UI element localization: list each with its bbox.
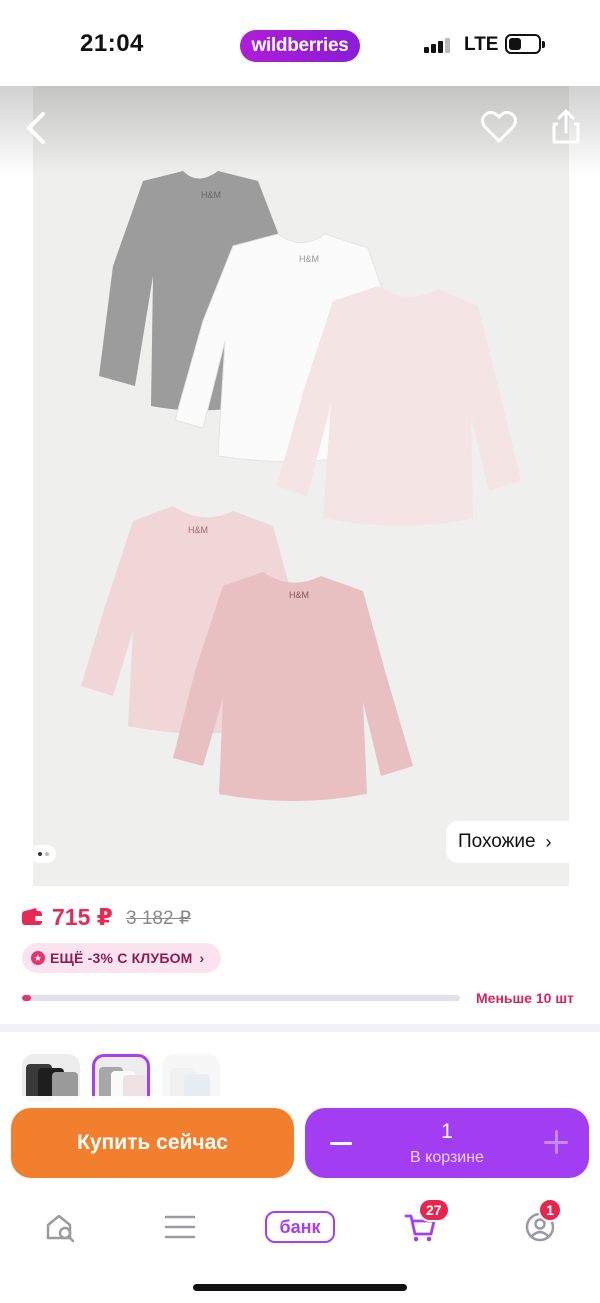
nav-profile[interactable]: 1 <box>510 1198 570 1250</box>
chevron-right-icon: › <box>545 831 552 852</box>
section-divider <box>0 1024 600 1032</box>
svg-text:H&M: H&M <box>289 590 309 600</box>
status-time: 21:04 <box>80 30 144 57</box>
similar-products-button[interactable]: Похожие › <box>446 821 570 863</box>
signal-bars-icon <box>424 37 450 53</box>
chevron-right-icon: › <box>199 950 205 966</box>
profile-notification-badge: 1 <box>538 1198 562 1222</box>
product-photo[interactable]: H&M H&M H&M H&M <box>33 86 569 886</box>
favorite-button[interactable] <box>476 104 522 150</box>
svg-text:H&M: H&M <box>299 254 319 264</box>
chevron-left-icon <box>27 112 45 144</box>
share-icon <box>552 109 580 144</box>
club-star-icon: ★ <box>31 951 45 965</box>
variant-selector <box>0 1032 600 1102</box>
variant-thumbnail[interactable] <box>22 1054 80 1102</box>
bottom-navigation: банк 27 1 <box>0 1196 600 1303</box>
plus-icon-vertical <box>554 1130 558 1154</box>
nav-home-search[interactable] <box>30 1204 90 1250</box>
similar-label: Похожие <box>458 831 536 852</box>
bank-label: банк <box>265 1211 335 1243</box>
home-search-icon <box>46 1214 75 1243</box>
price-old: 3 182 ₽ <box>126 908 191 929</box>
increase-quantity-button[interactable] <box>539 1126 573 1160</box>
nav-cart[interactable]: 27 <box>390 1198 450 1250</box>
pagination-dot <box>44 852 49 856</box>
variant-thumbnail-selected[interactable] <box>92 1054 150 1102</box>
gallery-pagination <box>30 845 56 863</box>
price-current: 715 ₽ <box>52 904 113 930</box>
stock-text: Меньше 10 шт <box>476 990 574 1006</box>
share-button[interactable] <box>544 104 588 150</box>
heart-icon <box>481 110 517 143</box>
club-badge-label: ЕЩЁ -3% С КЛУБОМ <box>50 950 193 966</box>
brand-logo: wildberries <box>240 30 360 62</box>
svg-text:H&M: H&M <box>201 190 221 200</box>
nav-bank[interactable]: банк <box>265 1204 335 1250</box>
svg-text:H&M: H&M <box>188 525 208 535</box>
pagination-dot <box>37 852 42 856</box>
stock-progress-bar <box>22 995 460 1001</box>
status-bar: 21:04 wildberries LTE <box>0 0 600 86</box>
wallet-icon <box>22 908 43 925</box>
menu-icon <box>164 1215 196 1239</box>
action-bar: Купить сейчас 1 В корзине <box>0 1096 600 1196</box>
cart-quantity-stepper: 1 В корзине <box>305 1108 589 1178</box>
variant-thumbnail[interactable] <box>162 1054 220 1102</box>
back-button[interactable] <box>14 106 58 150</box>
buy-now-button[interactable]: Купить сейчас <box>11 1108 294 1178</box>
price-block: 715 ₽ 3 182 ₽ ★ ЕЩЁ -3% С КЛУБОМ › Меньш… <box>0 886 600 1024</box>
nav-catalog[interactable] <box>150 1204 210 1250</box>
battery-icon <box>505 34 545 54</box>
product-illustration: H&M H&M H&M H&M <box>81 171 521 801</box>
club-discount-badge[interactable]: ★ ЕЩЁ -3% С КЛУБОМ › <box>22 943 221 973</box>
home-indicator <box>193 1284 407 1291</box>
network-label: LTE <box>464 34 499 55</box>
cart-count-badge: 27 <box>418 1198 450 1222</box>
product-gallery[interactable]: H&M H&M H&M H&M Похожие › <box>0 86 600 886</box>
stock-progress-fill <box>22 995 31 1001</box>
